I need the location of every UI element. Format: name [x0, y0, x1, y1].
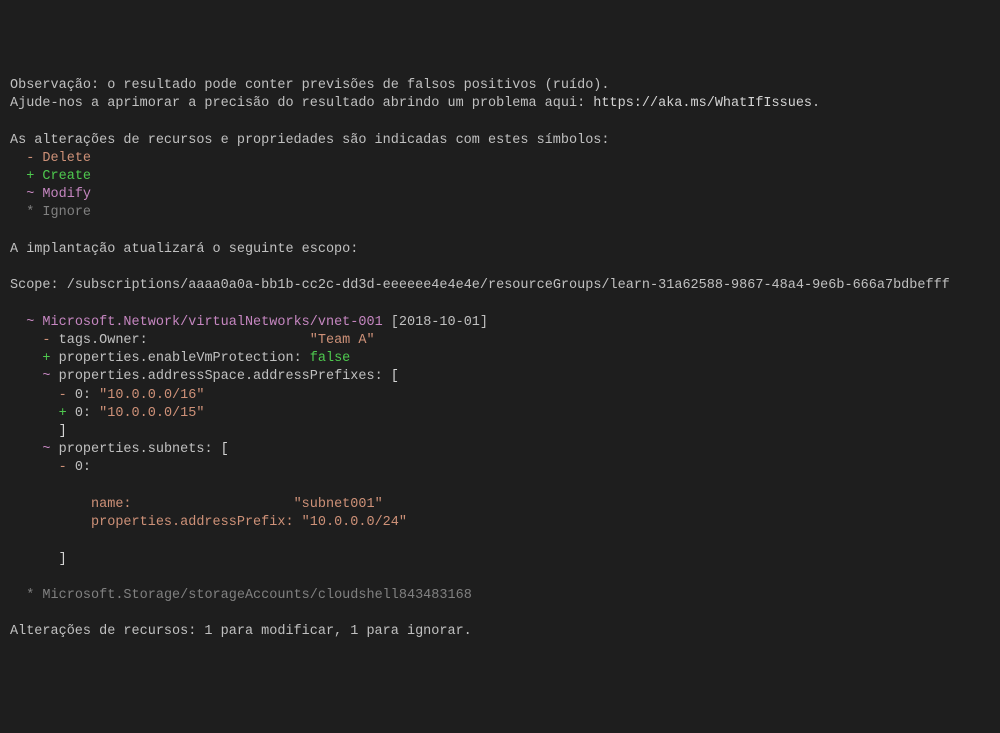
- scope-path-mid: /resourceGroups/: [480, 278, 610, 293]
- scope-subscription-id: aaaa0a0a-bb1b-cc2c-dd3d-eeeeee4e4e4e: [188, 278, 480, 293]
- modify-addrprefix-symbol: ~: [42, 369, 50, 384]
- subnet-prefix-value: "10.0.0.0/24": [302, 515, 407, 530]
- subnets-key: properties.subnets:: [59, 442, 213, 457]
- legend-delete-symbol: -: [26, 151, 34, 166]
- legend-modify-symbol: ~: [26, 187, 34, 202]
- modify-api-version: [2018-10-01]: [391, 315, 488, 330]
- subnet-name-key: name:: [91, 497, 132, 512]
- addrprefix-old-key: 0:: [75, 388, 91, 403]
- legend-delete-label: Delete: [42, 151, 91, 166]
- scope-resource-group: learn-31a62588-9867-48a4-9e6b-666a7bdbef…: [610, 278, 950, 293]
- modify-addrprefix-bracket: [: [391, 369, 399, 384]
- note-line2-post: .: [812, 96, 820, 111]
- issues-url[interactable]: https://aka.ms/WhatIfIssues: [593, 96, 812, 111]
- subnet-prefix-key: properties.addressPrefix:: [91, 515, 294, 530]
- modify-addrprefix-key: properties.addressSpace.addressPrefixes:: [59, 369, 383, 384]
- legend-ignore-symbol: *: [26, 205, 34, 220]
- subnets-close: ]: [59, 552, 67, 567]
- modify-resource-name: Microsoft.Network/virtualNetworks/vnet-0…: [42, 315, 382, 330]
- subnet-index-key: 0:: [75, 460, 91, 475]
- scope-label: Scope:: [10, 278, 67, 293]
- addrprefix-old-value: "10.0.0.0/16": [99, 388, 204, 403]
- subnets-bracket: [: [221, 442, 229, 457]
- note-line2-pre: Ajude-nos a aprimorar a precisão do resu…: [10, 96, 593, 111]
- modify-symbol: ~: [26, 315, 34, 330]
- subnets-symbol: ~: [42, 442, 50, 457]
- create-vmprot-value: false: [310, 351, 351, 366]
- addrprefix-close: ]: [59, 424, 67, 439]
- legend-intro: As alterações de recursos e propriedades…: [10, 133, 610, 148]
- ignore-symbol: *: [26, 588, 34, 603]
- delete-tags-symbol: -: [42, 333, 50, 348]
- scope-intro: A implantação atualizará o seguinte esco…: [10, 242, 358, 257]
- addrprefix-new-key: 0:: [75, 406, 91, 421]
- note-line1: Observação: o resultado pode conter prev…: [10, 78, 610, 93]
- legend-create-label: Create: [42, 169, 91, 184]
- ignore-resource-name: Microsoft.Storage/storageAccounts/clouds…: [42, 588, 471, 603]
- terminal-output: Observação: o resultado pode conter prev…: [10, 77, 990, 642]
- addrprefix-new-symbol: +: [59, 406, 67, 421]
- delete-tags-key: tags.Owner:: [59, 333, 148, 348]
- create-vmprot-key: properties.enableVmProtection:: [59, 351, 302, 366]
- scope-path-pre: /subscriptions/: [67, 278, 189, 293]
- subnet-index-symbol: -: [59, 460, 67, 475]
- addrprefix-old-symbol: -: [59, 388, 67, 403]
- create-vmprot-symbol: +: [42, 351, 50, 366]
- legend-ignore-label: Ignore: [42, 205, 91, 220]
- addrprefix-new-value: "10.0.0.0/15": [99, 406, 204, 421]
- subnet-name-value: "subnet001": [294, 497, 383, 512]
- delete-tags-value: "Team A": [310, 333, 375, 348]
- legend-create-symbol: +: [26, 169, 34, 184]
- footer-summary: Alterações de recursos: 1 para modificar…: [10, 624, 472, 639]
- legend-modify-label: Modify: [42, 187, 91, 202]
